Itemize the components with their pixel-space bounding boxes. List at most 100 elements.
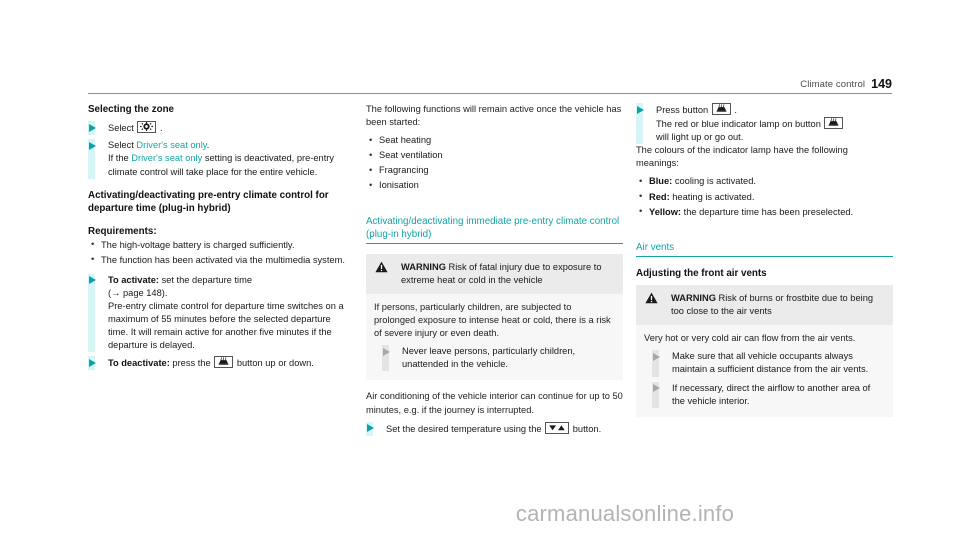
warning-box-extreme-heat: WARNING Risk of fatal injury due to expo… xyxy=(366,253,623,381)
colour-meanings-list: Blue: cooling is activated. Red: heating… xyxy=(636,175,893,218)
arrow-bullet-icon xyxy=(366,424,374,433)
warning-action-text: Never leave persons, particularly childr… xyxy=(402,346,576,370)
requirements-list: The high-voltage battery is charged suff… xyxy=(88,238,345,267)
active-functions-list: Seat heating Seat ventilation Fragrancin… xyxy=(366,134,623,192)
arrow-bullet-icon xyxy=(652,384,660,393)
to-activate-label: To activate: xyxy=(108,274,159,285)
arrow-bullet-icon xyxy=(382,347,390,356)
list-item: The high-voltage battery is charged suff… xyxy=(88,238,345,252)
step-select-drivers-seat-only: Select Driver's seat only. If the Driver… xyxy=(88,139,345,179)
section-heading-air-vents: Air vents xyxy=(636,241,893,257)
colour-meanings-intro: The colours of the indicator lamp have t… xyxy=(636,145,848,169)
to-activate-text: set the departure time xyxy=(158,274,253,285)
list-item: Blue: cooling is activated. xyxy=(636,175,893,188)
requirements-label: Requirements: xyxy=(88,226,157,238)
list-item: Seat heating xyxy=(366,134,623,147)
set-temperature-text-suffix: button. xyxy=(570,423,602,434)
arrow-bullet-icon xyxy=(88,123,96,132)
warning-header: WARNING Risk of fatal injury due to expo… xyxy=(366,253,623,294)
arrow-bullet-icon xyxy=(88,276,96,285)
step-set-temperature: Set the desired temperature using the bu… xyxy=(366,421,623,436)
heading-selecting-the-zone: Selecting the zone xyxy=(88,104,175,115)
step-to-deactivate: To deactivate: press the button up or do… xyxy=(88,356,345,371)
to-deactivate-label: To deactivate: xyxy=(108,358,170,369)
step-select-label: Select xyxy=(108,123,134,134)
arrow-bullet-icon xyxy=(88,141,96,150)
warning-action-item: If necessary, direct the airflow to anot… xyxy=(644,381,884,408)
to-activate-note: Pre-entry climate control for departure … xyxy=(108,300,344,351)
list-item: Yellow: the departure time has been pres… xyxy=(636,205,893,219)
warning-header: WARNING Risk of burns or frostbite due t… xyxy=(636,285,893,326)
manual-page: Climate control 149 Selecting the zone Se… xyxy=(0,0,960,533)
warning-label: WARNING xyxy=(401,261,446,272)
step-press-button: Press button . The red or blue indicator… xyxy=(636,103,893,145)
step-select-zone: Select . xyxy=(88,121,345,136)
section-heading-immediate-preentry: Activating/deactivating immediate pre-en… xyxy=(366,215,623,244)
warning-body-text: If persons, particularly children, are s… xyxy=(374,301,611,339)
list-item: The function has been activated via the … xyxy=(88,253,345,267)
arrow-bullet-icon xyxy=(652,352,660,361)
preentry-climate-button-icon[interactable] xyxy=(711,103,731,115)
warning-action-text: Make sure that all vehicle occupants alw… xyxy=(672,351,869,375)
header-label: Climate control 149 xyxy=(800,77,892,91)
warning-body: Very hot or very cold air can flow from … xyxy=(636,325,893,417)
step-select-trailing-period: . xyxy=(160,123,163,134)
warning-triangle-icon xyxy=(645,292,658,304)
press-button-text-suffix: . xyxy=(731,105,737,115)
list-item: Ionisation xyxy=(366,179,623,192)
air-conditioning-duration-text: Air conditioning of the vehicle interior… xyxy=(366,391,623,415)
warning-action-text: If necessary, direct the airflow to anot… xyxy=(672,382,871,406)
step-select-period: . xyxy=(206,140,210,151)
column-two: The following functions will remain acti… xyxy=(366,103,623,436)
down-up-arrows-button-icon[interactable] xyxy=(545,421,570,434)
drivers-seat-only-link[interactable]: Driver's seat only xyxy=(136,140,206,150)
arrow-bullet-icon xyxy=(88,358,96,367)
colour-text-yellow: the departure time has been preselected. xyxy=(681,206,854,217)
page-header: Climate control 149 xyxy=(88,74,892,94)
column-three: Press button . The red or blue indicator… xyxy=(636,103,893,417)
warning-header-text: WARNING Risk of fatal injury due to expo… xyxy=(401,261,614,287)
header-divider xyxy=(88,93,892,94)
site-watermark: carmanualsonline.info xyxy=(515,501,735,526)
colour-text-red: heating is activated. xyxy=(669,191,755,202)
list-item: Seat ventilation xyxy=(366,149,623,162)
heading-adjusting-front-air-vents: Adjusting the front air vents xyxy=(636,267,767,279)
colour-label-blue: Blue: xyxy=(649,176,673,187)
column-one: Selecting the zone Select . Select Drive… xyxy=(88,103,345,371)
page-number: 149 xyxy=(871,77,892,91)
indicator-lamp-note-prefix: The red or blue indicator lamp on button xyxy=(656,119,824,130)
indicator-lamp-note-suffix: will light up or go out. xyxy=(656,132,744,143)
drivers-seat-only-link[interactable]: Driver's seat only xyxy=(131,153,202,163)
heading-activating-departure-time: Activating/deactivating pre-entry climat… xyxy=(88,189,329,214)
press-button-text-prefix: Press button xyxy=(656,105,711,115)
list-item: Red: heating is activated. xyxy=(636,190,893,204)
colour-text-blue: cooling is activated. xyxy=(672,176,756,187)
set-temperature-text-prefix: Set the desired temperature using the xyxy=(386,423,545,434)
warning-action-item: Never leave persons, particularly childr… xyxy=(374,345,614,372)
warning-label: WARNING xyxy=(671,293,716,304)
header-section-title: Climate control xyxy=(800,79,866,90)
to-deactivate-text-prefix: press the xyxy=(169,358,214,369)
functions-intro-text: The following functions will remain acti… xyxy=(366,104,622,128)
arrow-bullet-icon xyxy=(636,105,644,114)
warning-triangle-icon xyxy=(375,261,388,273)
warning-action-item: Make sure that all vehicle occupants alw… xyxy=(644,350,884,377)
fan-zone-icon[interactable] xyxy=(137,121,157,134)
warning-header-text: WARNING Risk of burns or frostbite due t… xyxy=(671,292,884,318)
preentry-climate-button-icon[interactable] xyxy=(824,117,844,130)
preentry-climate-button-icon[interactable] xyxy=(214,356,234,369)
warning-body: If persons, particularly children, are s… xyxy=(366,293,623,381)
warning-body-text: Very hot or very cold air can flow from … xyxy=(644,333,856,344)
step-select-prefix: Select xyxy=(108,140,137,151)
colour-label-yellow: Yellow: xyxy=(649,206,682,217)
drivers-seat-note-prefix: If the xyxy=(108,153,132,164)
colour-label-red: Red: xyxy=(649,191,670,202)
list-item: Fragrancing xyxy=(366,164,623,177)
to-activate-page-reference[interactable]: (→ page 148). xyxy=(108,288,167,298)
